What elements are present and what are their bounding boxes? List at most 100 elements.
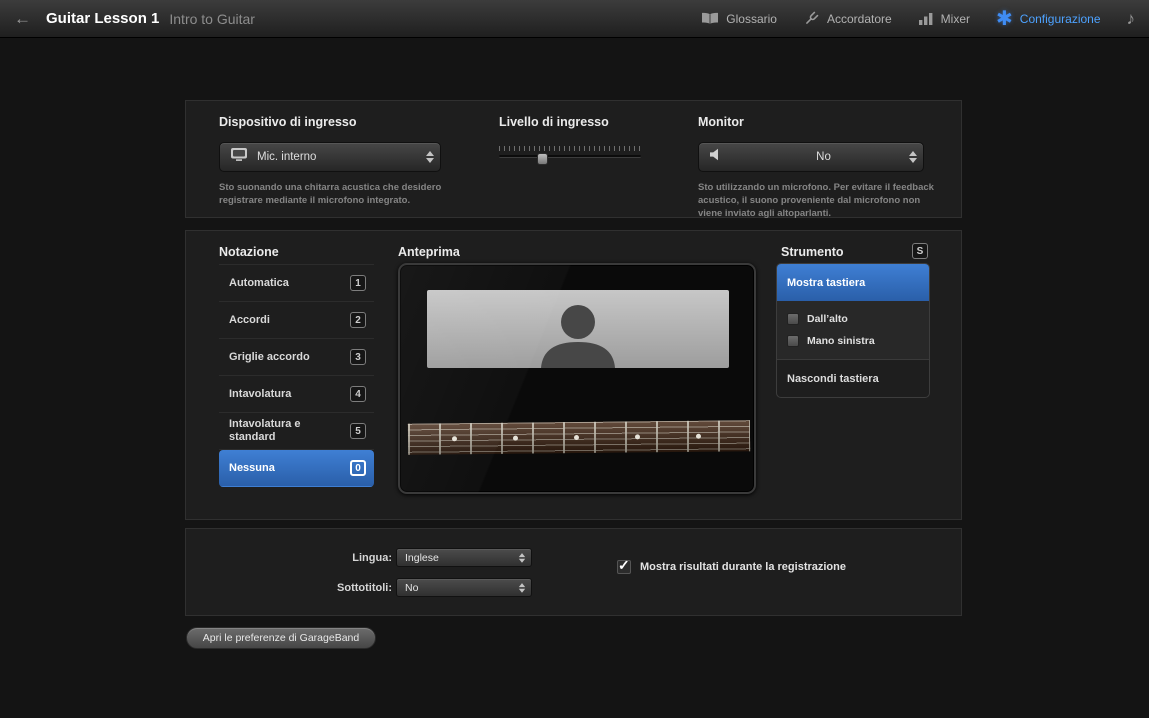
checkbox-icon (787, 335, 799, 347)
notation-key-badge: 2 (350, 312, 366, 328)
lesson-options-panel: Notazione Automatica 1 Accordi 2 Griglie… (185, 230, 962, 520)
input-device-select[interactable]: Mic. interno (219, 142, 441, 172)
checkbox-checked-icon (617, 560, 631, 574)
camera-preview (427, 290, 729, 368)
input-device-value: Mic. interno (257, 151, 316, 163)
monitor-heading: Monitor (698, 115, 938, 129)
notation-item-label: Intavolatura (229, 388, 334, 401)
mixer-label: Mixer (941, 12, 970, 26)
mixer-button[interactable]: Mixer (918, 12, 970, 26)
input-level-slider[interactable] (499, 146, 641, 170)
preview-heading: Anteprima (398, 245, 460, 259)
notation-item-automatica[interactable]: Automatica 1 (219, 265, 374, 302)
stepper-arrows-icon (426, 143, 434, 171)
notation-key-badge: 0 (350, 460, 366, 476)
notation-key-badge: 1 (350, 275, 366, 291)
notation-key-badge: 5 (350, 423, 366, 439)
gear-icon: ✱ (996, 9, 1013, 29)
fret-inlay-dot (635, 434, 640, 439)
glossary-button[interactable]: Glossario (701, 12, 777, 26)
notation-item-intavolatura-standard[interactable]: Intavolatura e standard 5 (219, 413, 374, 450)
left-hand-label: Mano sinistra (807, 335, 875, 347)
slider-track (499, 155, 641, 158)
show-results-label: Mostra risultati durante la registrazion… (640, 561, 846, 573)
instrument-heading: Strumento (781, 245, 844, 259)
notation-item-label: Nessuna (229, 462, 334, 475)
lesson-title: Guitar Lesson 1 (46, 10, 159, 27)
from-top-label: Dall’alto (807, 313, 848, 325)
music-note-icon: ♪ (1127, 9, 1136, 29)
tuner-button[interactable]: Accordatore (803, 10, 892, 27)
garageband-lesson-window: ← Guitar Lesson 1 Intro to Guitar Glossa… (0, 0, 1149, 718)
glossary-label: Glossario (726, 12, 777, 26)
back-button[interactable]: ← (14, 9, 38, 29)
language-label: Lingua: (304, 552, 392, 564)
notation-item-label: Intavolatura e standard (229, 418, 334, 443)
input-level-column: Livello di ingresso (499, 115, 644, 170)
stepper-arrows-icon (519, 551, 525, 565)
stepper-arrows-icon (519, 581, 525, 595)
person-silhouette (503, 302, 653, 368)
setup-button[interactable]: ✱ Configurazione (996, 9, 1100, 29)
notation-heading: Notazione (219, 245, 279, 259)
notation-item-label: Accordi (229, 314, 334, 327)
setup-label: Configurazione (1020, 12, 1101, 26)
hide-keyboard-label: Nascondi tastiera (787, 373, 879, 385)
input-settings-panel: Dispositivo di ingresso Mic. interno Sto… (185, 100, 962, 218)
notation-key-badge: 3 (350, 349, 366, 365)
show-keyboard-label: Mostra tastiera (787, 277, 865, 289)
open-preferences-button[interactable]: Apri le preferenze di GarageBand (186, 627, 376, 649)
speaker-icon (709, 148, 724, 166)
checkbox-icon (787, 313, 799, 325)
mixer-icon (918, 12, 934, 25)
slider-ticks (499, 146, 641, 151)
subtitles-select[interactable]: No (396, 578, 532, 597)
input-device-column: Dispositivo di ingresso Mic. interno Sto… (219, 115, 451, 208)
fret-inlay-dot (513, 436, 518, 441)
toolbar-actions: Glossario Accordatore Mixer ✱ Configuraz… (701, 9, 1135, 29)
show-results-checkbox[interactable]: Mostra risultati durante la registrazion… (617, 560, 846, 574)
fret-inlay-dot (452, 436, 457, 441)
tuner-label: Accordatore (827, 12, 892, 26)
preview-screen (398, 263, 756, 494)
keyboard-options-group: Dall’alto Mano sinistra (777, 301, 929, 360)
notation-item-label: Griglie accordo (229, 351, 334, 364)
monitor-select[interactable]: No (698, 142, 924, 172)
back-arrow-icon: ← (14, 9, 31, 28)
monitor-help: Sto utilizzando un microfono. Per evitar… (698, 182, 938, 220)
notation-item-intavolatura[interactable]: Intavolatura 4 (219, 376, 374, 413)
fretboard-image (408, 420, 750, 455)
input-device-heading: Dispositivo di ingresso (219, 115, 451, 129)
input-device-help: Sto suonando una chitarra acustica che d… (219, 182, 451, 208)
notation-item-griglie-accordo[interactable]: Griglie accordo 3 (219, 339, 374, 376)
fret-inlay-dot (574, 435, 579, 440)
notation-item-accordi[interactable]: Accordi 2 (219, 302, 374, 339)
notation-item-nessuna[interactable]: Nessuna 0 (219, 450, 374, 487)
language-select[interactable]: Inglese (396, 548, 532, 567)
notation-item-label: Automatica (229, 277, 334, 290)
subtitles-value: No (405, 582, 418, 594)
top-toolbar: ← Guitar Lesson 1 Intro to Guitar Glossa… (0, 0, 1149, 38)
from-top-checkbox[interactable]: Dall’alto (787, 308, 929, 330)
stepper-arrows-icon (909, 143, 917, 171)
slider-thumb[interactable] (537, 153, 548, 165)
language-value: Inglese (405, 552, 439, 564)
show-keyboard-item[interactable]: Mostra tastiera (777, 264, 929, 301)
tuning-fork-icon (803, 10, 820, 27)
hide-keyboard-item[interactable]: Nascondi tastiera (777, 360, 929, 397)
notation-list: Automatica 1 Accordi 2 Griglie accordo 3… (219, 264, 374, 487)
book-icon (701, 12, 719, 25)
subtitles-label: Sottotitoli: (304, 582, 392, 594)
monitor-column: Monitor No Sto utilizzando un microfono.… (698, 115, 938, 220)
instrument-list: Mostra tastiera Dall’alto Mano sinistra … (776, 263, 930, 398)
input-level-heading: Livello di ingresso (499, 115, 644, 129)
language-panel: Lingua: Inglese Sottotitoli: No Mostra r… (185, 528, 962, 616)
lesson-subtitle: Intro to Guitar (169, 11, 255, 27)
input-device-icon (230, 147, 248, 167)
instrument-key-badge: S (912, 243, 928, 259)
fret-inlay-dot (696, 434, 701, 439)
music-note-button[interactable]: ♪ (1127, 9, 1136, 29)
monitor-value: No (816, 151, 831, 163)
notation-key-badge: 4 (350, 386, 366, 402)
left-hand-checkbox[interactable]: Mano sinistra (787, 330, 929, 352)
